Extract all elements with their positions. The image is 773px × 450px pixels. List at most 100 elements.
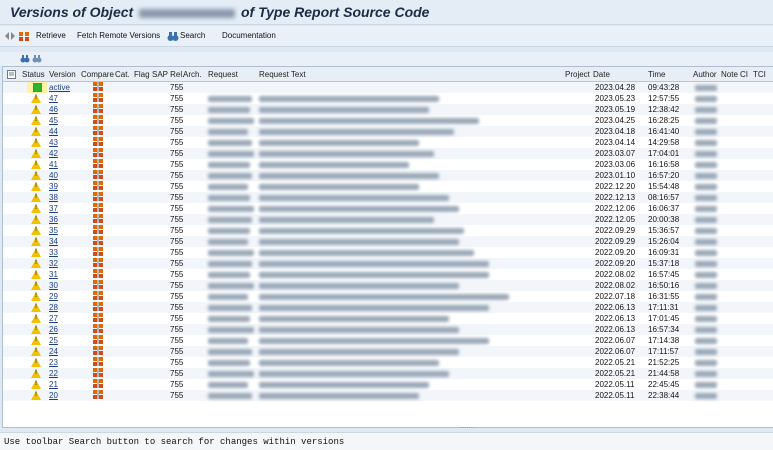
select-all-icon[interactable] (7, 70, 16, 81)
search-button[interactable]: Search (180, 31, 205, 40)
version-link[interactable]: 22 (49, 369, 58, 378)
compare-icon[interactable] (93, 115, 103, 125)
col-time[interactable]: Time (648, 70, 665, 79)
table-row[interactable]: 31 755 2022.08.02 16:57:45 (3, 269, 773, 280)
compare-icon[interactable] (93, 214, 103, 224)
table-row[interactable]: 40 755 2023.01.10 16:57:20 (3, 170, 773, 181)
version-link[interactable]: 44 (49, 127, 58, 136)
compare-icon[interactable] (93, 159, 103, 169)
table-row[interactable]: 42 755 2023.03.07 17:04:01 (3, 148, 773, 159)
col-note[interactable]: Note (721, 70, 738, 79)
compare-icon[interactable] (93, 368, 103, 378)
compare-icon[interactable] (93, 324, 103, 334)
compare-icon[interactable] (93, 192, 103, 202)
version-link[interactable]: 40 (49, 171, 58, 180)
version-link[interactable]: 46 (49, 105, 58, 114)
table-row[interactable]: 34 755 2022.09.29 15:26:04 (3, 236, 773, 247)
compare-icon[interactable] (93, 258, 103, 268)
version-link[interactable]: 31 (49, 270, 58, 279)
col-request-text[interactable]: Request Text (259, 70, 306, 79)
table-row[interactable]: 21 755 2022.05.11 22:45:45 (3, 379, 773, 390)
version-link[interactable]: 26 (49, 325, 58, 334)
version-link[interactable]: 20 (49, 391, 58, 400)
compare-toggle-icon[interactable] (4, 31, 16, 41)
col-cat[interactable]: Cat. (115, 70, 130, 79)
table-row[interactable]: 46 755 2023.05.19 12:38:42 (3, 104, 773, 115)
col-project[interactable]: Project (565, 70, 590, 79)
col-author[interactable]: Author (693, 70, 717, 79)
table-row[interactable]: 27 755 2022.06.13 17:01:45 (3, 313, 773, 324)
compare-icon[interactable] (93, 302, 103, 312)
documentation-button[interactable]: Documentation (222, 31, 276, 40)
table-row[interactable]: 35 755 2022.09.29 15:36:57 (3, 225, 773, 236)
table-row[interactable]: 25 755 2022.06.07 17:14:38 (3, 335, 773, 346)
col-compare[interactable]: Compare (81, 70, 114, 79)
compare-icon[interactable] (93, 357, 103, 367)
retrieve-icon[interactable] (18, 31, 30, 42)
table-row[interactable]: 24 755 2022.06.07 17:11:57 (3, 346, 773, 357)
retrieve-button[interactable]: Retrieve (36, 31, 66, 40)
compare-icon[interactable] (93, 379, 103, 389)
version-link[interactable]: 25 (49, 336, 58, 345)
fetch-remote-versions-button[interactable]: Fetch Remote Versions (77, 31, 160, 40)
compare-icon[interactable] (93, 225, 103, 235)
col-tci[interactable]: TCI (753, 70, 766, 79)
table-row[interactable]: 30 755 2022.08.02 16:50:16 (3, 280, 773, 291)
compare-icon[interactable] (93, 335, 103, 345)
version-link[interactable]: 42 (49, 149, 58, 158)
compare-icon[interactable] (93, 291, 103, 301)
compare-icon[interactable] (93, 148, 103, 158)
compare-icon[interactable] (93, 236, 103, 246)
table-row[interactable]: 32 755 2022.09.20 15:37:18 (3, 258, 773, 269)
compare-icon[interactable] (93, 269, 103, 279)
table-row[interactable]: 22 755 2022.05.21 21:44:58 (3, 368, 773, 379)
col-ci[interactable]: CI (740, 70, 748, 79)
version-link[interactable]: 43 (49, 138, 58, 147)
compare-icon[interactable] (93, 93, 103, 103)
table-row[interactable]: 44 755 2023.04.18 16:41:40 (3, 126, 773, 137)
compare-icon[interactable] (93, 126, 103, 136)
version-link[interactable]: 21 (49, 380, 58, 389)
table-row[interactable]: 41 755 2023.03.06 16:16:58 (3, 159, 773, 170)
compare-icon[interactable] (93, 82, 103, 92)
table-row[interactable]: 20 755 2022.05.11 22:38:44 (3, 390, 773, 401)
compare-icon[interactable] (93, 346, 103, 356)
table-row[interactable]: 36 755 2022.12.05 20:00:38 (3, 214, 773, 225)
table-row[interactable]: 47 755 2023.05.23 12:57:55 (3, 93, 773, 104)
version-link[interactable]: 24 (49, 347, 58, 356)
version-link[interactable]: 41 (49, 160, 58, 169)
table-row[interactable]: 45 755 2023.04.25 16:28:25 (3, 115, 773, 126)
scroll-grip[interactable] (460, 427, 474, 431)
col-request[interactable]: Request (208, 70, 238, 79)
col-sap-rel[interactable]: SAP Rel. (152, 70, 184, 79)
col-arch[interactable]: Arch. (183, 70, 202, 79)
table-row[interactable]: active 755 2023.04.28 09:43:28 (3, 82, 773, 93)
table-row[interactable]: 38 755 2022.12.13 08:16:57 (3, 192, 773, 203)
version-link[interactable]: 32 (49, 259, 58, 268)
col-flag[interactable]: Flag (134, 70, 150, 79)
compare-icon[interactable] (93, 181, 103, 191)
version-link[interactable]: 30 (49, 281, 58, 290)
table-row[interactable]: 39 755 2022.12.20 15:54:48 (3, 181, 773, 192)
version-link[interactable]: 37 (49, 204, 58, 213)
version-link[interactable]: 29 (49, 292, 58, 301)
version-link[interactable]: 35 (49, 226, 58, 235)
col-date[interactable]: Date (593, 70, 610, 79)
version-link[interactable]: 45 (49, 116, 58, 125)
search-binoculars-icon[interactable] (167, 31, 179, 42)
table-row[interactable]: 33 755 2022.09.20 16:09:31 (3, 247, 773, 258)
version-link[interactable]: 34 (49, 237, 58, 246)
table-row[interactable]: 28 755 2022.06.13 17:11:31 (3, 302, 773, 313)
search-next-icon[interactable] (32, 54, 42, 66)
version-link[interactable]: active (49, 83, 70, 92)
version-link[interactable]: 28 (49, 303, 58, 312)
compare-icon[interactable] (93, 390, 103, 400)
compare-icon[interactable] (93, 280, 103, 290)
version-link[interactable]: 39 (49, 182, 58, 191)
table-row[interactable]: 26 755 2022.06.13 16:57:34 (3, 324, 773, 335)
version-link[interactable]: 47 (49, 94, 58, 103)
table-row[interactable]: 29 755 2022.07.18 16:31:55 (3, 291, 773, 302)
version-link[interactable]: 33 (49, 248, 58, 257)
version-link[interactable]: 23 (49, 358, 58, 367)
compare-icon[interactable] (93, 203, 103, 213)
